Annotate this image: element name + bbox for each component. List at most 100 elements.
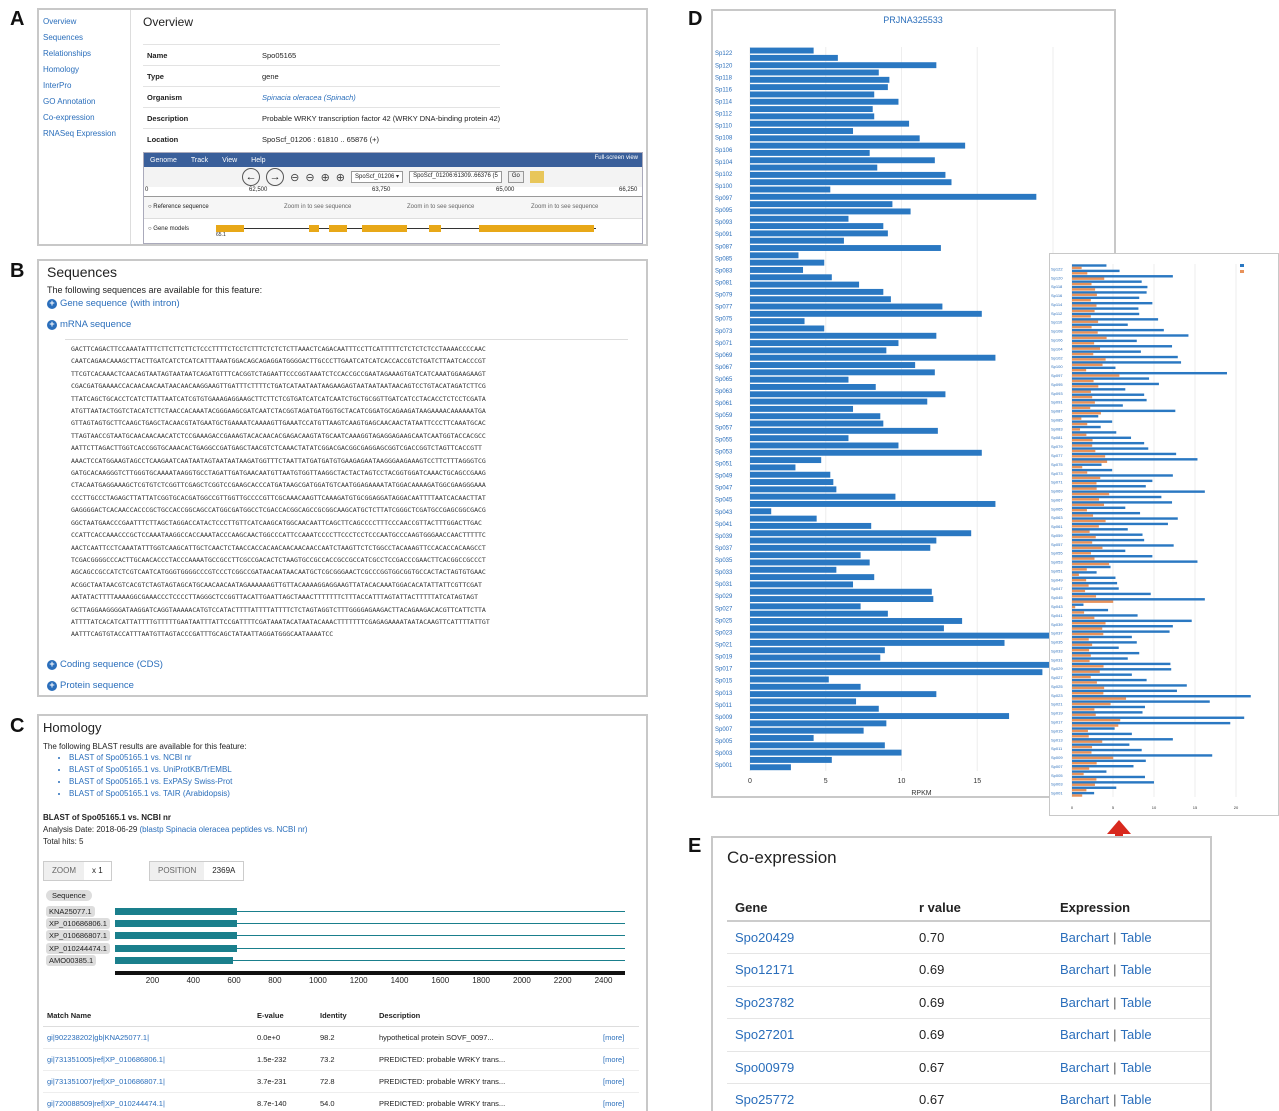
expression-bar-secondary[interactable] [1072, 767, 1090, 770]
expression-bar[interactable] [1072, 468, 1113, 472]
table-link[interactable]: Table [1121, 1060, 1152, 1075]
expression-bar-secondary[interactable] [1072, 498, 1100, 501]
expression-bar[interactable] [1072, 770, 1107, 773]
expression-bar-secondary[interactable] [1072, 557, 1095, 560]
expression-bar[interactable] [1072, 447, 1149, 450]
expression-bar[interactable] [1072, 592, 1151, 596]
expression-bar[interactable] [1072, 485, 1146, 488]
expression-bar-secondary[interactable] [1072, 638, 1089, 641]
expression-bar[interactable] [1072, 269, 1120, 273]
sidebar-item-rnaseq-expression[interactable]: RNASeq Expression [43, 126, 126, 142]
expression-bar-secondary[interactable] [1072, 718, 1121, 722]
expression-bar[interactable] [1072, 506, 1126, 509]
expression-bar[interactable] [1072, 291, 1147, 294]
expression-bar-secondary[interactable] [1072, 611, 1085, 614]
barchart-link[interactable]: Barchart [1060, 930, 1109, 945]
expression-bar-secondary[interactable] [1072, 455, 1106, 458]
expression-bar[interactable] [1072, 393, 1145, 396]
expression-bar[interactable] [1072, 511, 1141, 515]
reference-track-label[interactable]: ○ Reference sequence [148, 204, 209, 210]
expression-bar-secondary[interactable] [1072, 756, 1114, 760]
expression-bar-secondary[interactable] [1072, 342, 1095, 345]
expression-bar-secondary[interactable] [1072, 595, 1097, 598]
expression-bar[interactable] [1072, 280, 1142, 283]
expression-bar[interactable] [750, 676, 829, 683]
expression-bar[interactable] [750, 84, 888, 91]
expression-bar-secondary[interactable] [1072, 277, 1105, 280]
expression-bar[interactable] [1072, 355, 1178, 359]
barchart-link[interactable]: Barchart [1060, 995, 1109, 1010]
expression-bar-secondary[interactable] [1072, 589, 1086, 593]
expression-bar[interactable] [750, 376, 849, 383]
expression-bar-secondary[interactable] [1072, 600, 1114, 603]
expression-bar[interactable] [750, 47, 814, 54]
expression-bar[interactable] [1072, 495, 1162, 499]
expression-bar[interactable] [1072, 576, 1116, 579]
expression-bar-secondary[interactable] [1072, 708, 1095, 711]
expression-bar-secondary[interactable] [1072, 363, 1103, 367]
expression-bar[interactable] [750, 449, 982, 456]
expression-bar[interactable] [750, 149, 870, 156]
expression-bar[interactable] [1072, 307, 1139, 310]
blast-link-trembl[interactable]: BLAST of Spo05165.1 vs. UniProtKB/TrEMBL [69, 764, 232, 776]
expression-bar-secondary[interactable] [1072, 412, 1101, 415]
match-name-link[interactable]: gi|720088509|ref|XP_010244474.1| [43, 1092, 253, 1111]
expression-bar[interactable] [1072, 517, 1178, 520]
expression-bar[interactable] [750, 76, 890, 83]
organism-link[interactable]: Spinacia oleracea (Spinach) [258, 86, 501, 108]
expression-bar[interactable] [750, 230, 888, 237]
expression-bar[interactable] [750, 442, 899, 449]
expression-bar[interactable] [750, 362, 916, 368]
hit-label[interactable]: KNA25077.1 [46, 906, 95, 917]
sidebar-item-homology[interactable]: Homology [43, 62, 126, 78]
expression-bar[interactable] [750, 128, 854, 134]
expression-bar[interactable] [1072, 716, 1245, 719]
expression-bar-secondary[interactable] [1072, 584, 1089, 587]
expression-bar[interactable] [1072, 587, 1119, 590]
expression-bar[interactable] [1072, 425, 1101, 429]
expression-bar[interactable] [1072, 350, 1141, 353]
expression-bar-secondary[interactable] [1072, 368, 1087, 372]
expression-bar[interactable] [750, 193, 1037, 200]
expression-bar-secondary[interactable] [1072, 562, 1110, 566]
expression-bar-secondary[interactable] [1072, 692, 1104, 695]
expression-bar[interactable] [1072, 264, 1107, 267]
expression-bar-secondary[interactable] [1072, 315, 1091, 318]
expression-bar[interactable] [750, 62, 937, 69]
expression-bar[interactable] [750, 69, 879, 76]
expression-bar[interactable] [750, 603, 861, 610]
expression-bar[interactable] [1072, 571, 1097, 574]
expression-bar-secondary[interactable] [1072, 347, 1101, 350]
expression-bar[interactable] [1072, 458, 1198, 461]
expression-bar[interactable] [1072, 721, 1231, 725]
expression-bar[interactable] [1072, 598, 1205, 601]
expression-bar[interactable] [1072, 700, 1210, 703]
hit-alignment-bar[interactable] [115, 920, 238, 928]
expression-bar-secondary[interactable] [1072, 444, 1093, 447]
expression-bar[interactable] [1072, 318, 1159, 321]
expression-bar[interactable] [1072, 398, 1147, 402]
expression-bar[interactable] [1072, 619, 1192, 623]
expression-bar[interactable] [750, 310, 982, 317]
expression-bar[interactable] [750, 113, 875, 120]
expression-bar[interactable] [750, 522, 872, 529]
expression-bar[interactable] [1072, 285, 1148, 289]
exon-block[interactable] [479, 225, 594, 232]
expression-bar[interactable] [1072, 781, 1154, 784]
expression-bar[interactable] [750, 457, 822, 464]
expression-bar[interactable] [1072, 748, 1142, 752]
expression-bar-secondary[interactable] [1072, 298, 1091, 302]
expression-bar-secondary[interactable] [1072, 659, 1090, 663]
expression-bar[interactable] [750, 318, 805, 325]
expression-bar[interactable] [1072, 581, 1118, 585]
expression-bar[interactable] [750, 98, 899, 105]
expression-bar[interactable] [750, 332, 937, 339]
expression-bar-secondary[interactable] [1072, 578, 1087, 582]
exon-block[interactable] [309, 225, 319, 232]
expression-bar-secondary[interactable] [1072, 788, 1087, 792]
expression-bar[interactable] [1072, 312, 1140, 316]
expression-bar[interactable] [750, 157, 935, 164]
expression-bar[interactable] [750, 713, 1010, 720]
expression-bar[interactable] [750, 581, 854, 588]
expression-bar[interactable] [1072, 689, 1177, 693]
